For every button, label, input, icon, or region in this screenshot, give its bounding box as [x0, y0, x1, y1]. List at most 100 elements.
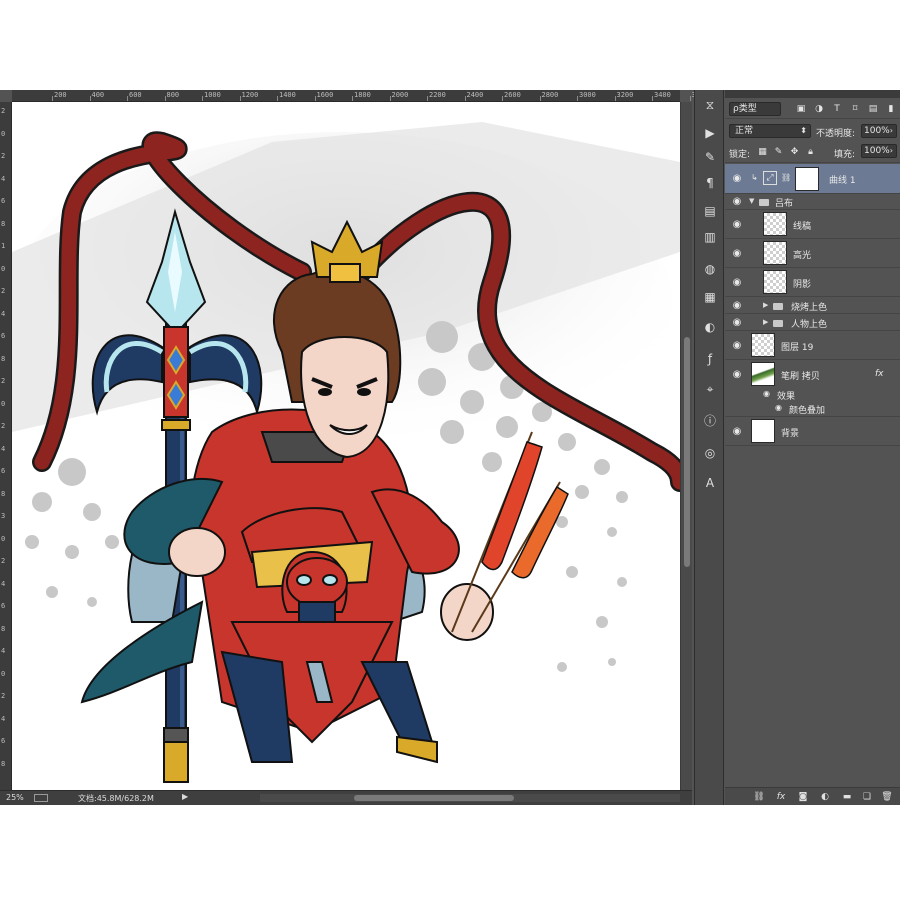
new-layer-icon[interactable]: ❏ — [861, 791, 873, 803]
visibility-eye-icon[interactable]: ◉ — [731, 219, 743, 230]
swatches-icon[interactable]: ◍ — [701, 260, 719, 278]
layer-thumbnail[interactable] — [751, 362, 775, 386]
character-icon[interactable]: ▤ — [701, 202, 719, 220]
type-filter-icon[interactable]: T — [831, 103, 843, 115]
smart-object-filter-icon[interactable]: ▤ — [867, 103, 879, 115]
trash-icon[interactable]: 🗑︎ — [881, 791, 893, 803]
lock-pixels-icon[interactable]: ✎ — [773, 147, 784, 158]
link-icon[interactable]: ⛓ — [753, 791, 765, 803]
channels-icon[interactable]: ◎ — [701, 444, 719, 462]
layer-thumbnail[interactable] — [763, 241, 787, 265]
folder-icon[interactable]: ▬ — [841, 791, 853, 803]
pixel-filter-icon[interactable]: ▣ — [795, 103, 807, 115]
layer-name[interactable]: 烧烤上色 — [791, 300, 827, 313]
visibility-eye-icon[interactable]: ◉ — [731, 426, 743, 437]
layer-row[interactable]: ◉ ↳ ⤢ ⛓ 曲线 1 — [725, 164, 900, 194]
layer-thumbnail[interactable] — [751, 333, 775, 357]
visibility-eye-icon[interactable]: ◉ — [731, 317, 743, 328]
canvas-vertical-scrollbar[interactable] — [680, 102, 692, 790]
effect-item-row[interactable]: ◉ 颜色叠加 — [725, 402, 900, 417]
fill-input[interactable]: 100% › — [861, 144, 897, 158]
ruler-tick-label: 4 — [1, 309, 6, 318]
visibility-eye-icon[interactable]: ◉ — [731, 173, 743, 184]
clip-arrow-icon: ↳ — [751, 173, 758, 182]
layer-name[interactable]: 线稿 — [793, 219, 811, 232]
effects-label[interactable]: 效果 — [777, 389, 795, 402]
folder-icon — [773, 320, 783, 327]
layer-name[interactable]: 背景 — [781, 426, 799, 439]
mask-icon[interactable]: ◙ — [797, 791, 809, 803]
history-icon[interactable]: ⧖ — [701, 96, 719, 114]
layer-name[interactable]: 曲线 1 — [829, 173, 856, 186]
proof-icon[interactable] — [34, 794, 48, 802]
status-menu-arrow-icon[interactable]: ▶ — [182, 792, 188, 801]
layer-name[interactable]: 吕布 — [775, 196, 793, 209]
visibility-eye-icon[interactable]: ◉ — [731, 248, 743, 259]
paths-icon[interactable]: ▥ — [701, 228, 719, 246]
adjustment-filter-icon[interactable]: ◑ — [813, 103, 825, 115]
scroll-thumb[interactable] — [354, 795, 514, 801]
zoom-level[interactable]: 25% — [6, 793, 24, 802]
visibility-eye-icon[interactable]: ◉ — [731, 196, 743, 207]
layer-row[interactable]: ◉ 阴影 — [725, 268, 900, 297]
styles-icon[interactable]: ƒ — [701, 350, 719, 368]
lock-position-icon[interactable]: ✥ — [789, 147, 800, 158]
lock-all-icon[interactable]: 🔒︎ — [805, 147, 816, 158]
ruler-tick-label: 8 — [1, 489, 6, 498]
info-icon[interactable]: ⓘ — [701, 412, 719, 430]
layer-group-row[interactable]: ◉ ▼ 吕布 — [725, 194, 900, 210]
layer-name[interactable]: 高光 — [793, 248, 811, 261]
blend-mode-select[interactable]: 正常 ⬍ — [729, 124, 811, 138]
shape-filter-icon[interactable]: ⌑ — [849, 103, 861, 115]
effects-row[interactable]: ◉ 效果 — [725, 388, 900, 402]
layer-mask-thumbnail[interactable] — [795, 167, 819, 191]
panel-tabs[interactable] — [725, 90, 900, 98]
ruler-tick-label: 1 — [1, 242, 6, 250]
visibility-eye-icon[interactable]: ◉ — [731, 277, 743, 288]
expand-triangle-icon[interactable]: ▶ — [763, 318, 768, 326]
actions-icon[interactable]: ▶ — [701, 124, 719, 142]
visibility-eye-icon[interactable]: ◉ — [731, 340, 743, 351]
grid-icon[interactable]: ▦ — [701, 288, 719, 306]
ruler-tick-label: 4 — [1, 444, 6, 453]
filter-toggle-icon[interactable]: ▮ — [885, 103, 897, 115]
navigator-icon[interactable]: ⌖ — [701, 380, 719, 398]
ruler-tick — [652, 96, 653, 101]
text-icon[interactable]: A — [701, 474, 719, 492]
layer-row[interactable]: ◉ 线稿 — [725, 210, 900, 239]
fx-badge[interactable]: fx — [875, 369, 884, 379]
ruler-tick-label: 800 — [166, 91, 180, 99]
layer-name[interactable]: 图层 19 — [781, 340, 813, 353]
visibility-eye-icon[interactable]: ◉ — [775, 403, 782, 412]
layer-row[interactable]: ◉ 图层 19 — [725, 331, 900, 360]
layer-name[interactable]: 阴影 — [793, 277, 811, 290]
layer-group-row[interactable]: ◉ ▶ 人物上色 — [725, 314, 900, 331]
visibility-eye-icon[interactable]: ◉ — [731, 369, 743, 380]
layer-row[interactable]: ◉ 背景 — [725, 417, 900, 446]
visibility-eye-icon[interactable]: ◉ — [763, 389, 770, 398]
layer-name[interactable]: 笔刷 拷贝 — [781, 369, 820, 382]
expand-triangle-icon[interactable]: ▶ — [763, 301, 768, 309]
status-bar: 25% 文档:45.8M/628.2M ▶ — [0, 790, 692, 805]
effect-name[interactable]: 颜色叠加 — [789, 403, 825, 416]
lock-transparency-icon[interactable]: ▦ — [757, 147, 768, 158]
layer-thumbnail[interactable] — [763, 212, 787, 236]
adjustment-icon[interactable]: ◐ — [819, 791, 831, 803]
fx-icon[interactable]: fx — [775, 791, 787, 803]
document-canvas[interactable] — [12, 102, 680, 790]
layer-filter-select[interactable]: ρ类型 — [729, 102, 781, 116]
visibility-eye-icon[interactable]: ◉ — [731, 300, 743, 311]
layer-name[interactable]: 人物上色 — [791, 317, 827, 330]
color-icon[interactable]: ◐ — [701, 318, 719, 336]
scroll-thumb[interactable] — [684, 337, 690, 567]
layer-thumbnail[interactable] — [763, 270, 787, 294]
brush-icon[interactable]: ✎ — [701, 148, 719, 166]
layer-row[interactable]: ◉ 高光 — [725, 239, 900, 268]
layer-thumbnail[interactable] — [751, 419, 775, 443]
opacity-input[interactable]: 100% › — [861, 124, 897, 138]
paragraph-icon[interactable]: ¶ — [701, 174, 719, 192]
layer-group-row[interactable]: ◉ ▶ 烧烤上色 — [725, 297, 900, 314]
collapse-triangle-icon[interactable]: ▼ — [749, 197, 754, 205]
canvas-horizontal-scrollbar[interactable] — [260, 794, 680, 802]
layer-row[interactable]: ◉ 笔刷 拷贝 fx — [725, 360, 900, 388]
